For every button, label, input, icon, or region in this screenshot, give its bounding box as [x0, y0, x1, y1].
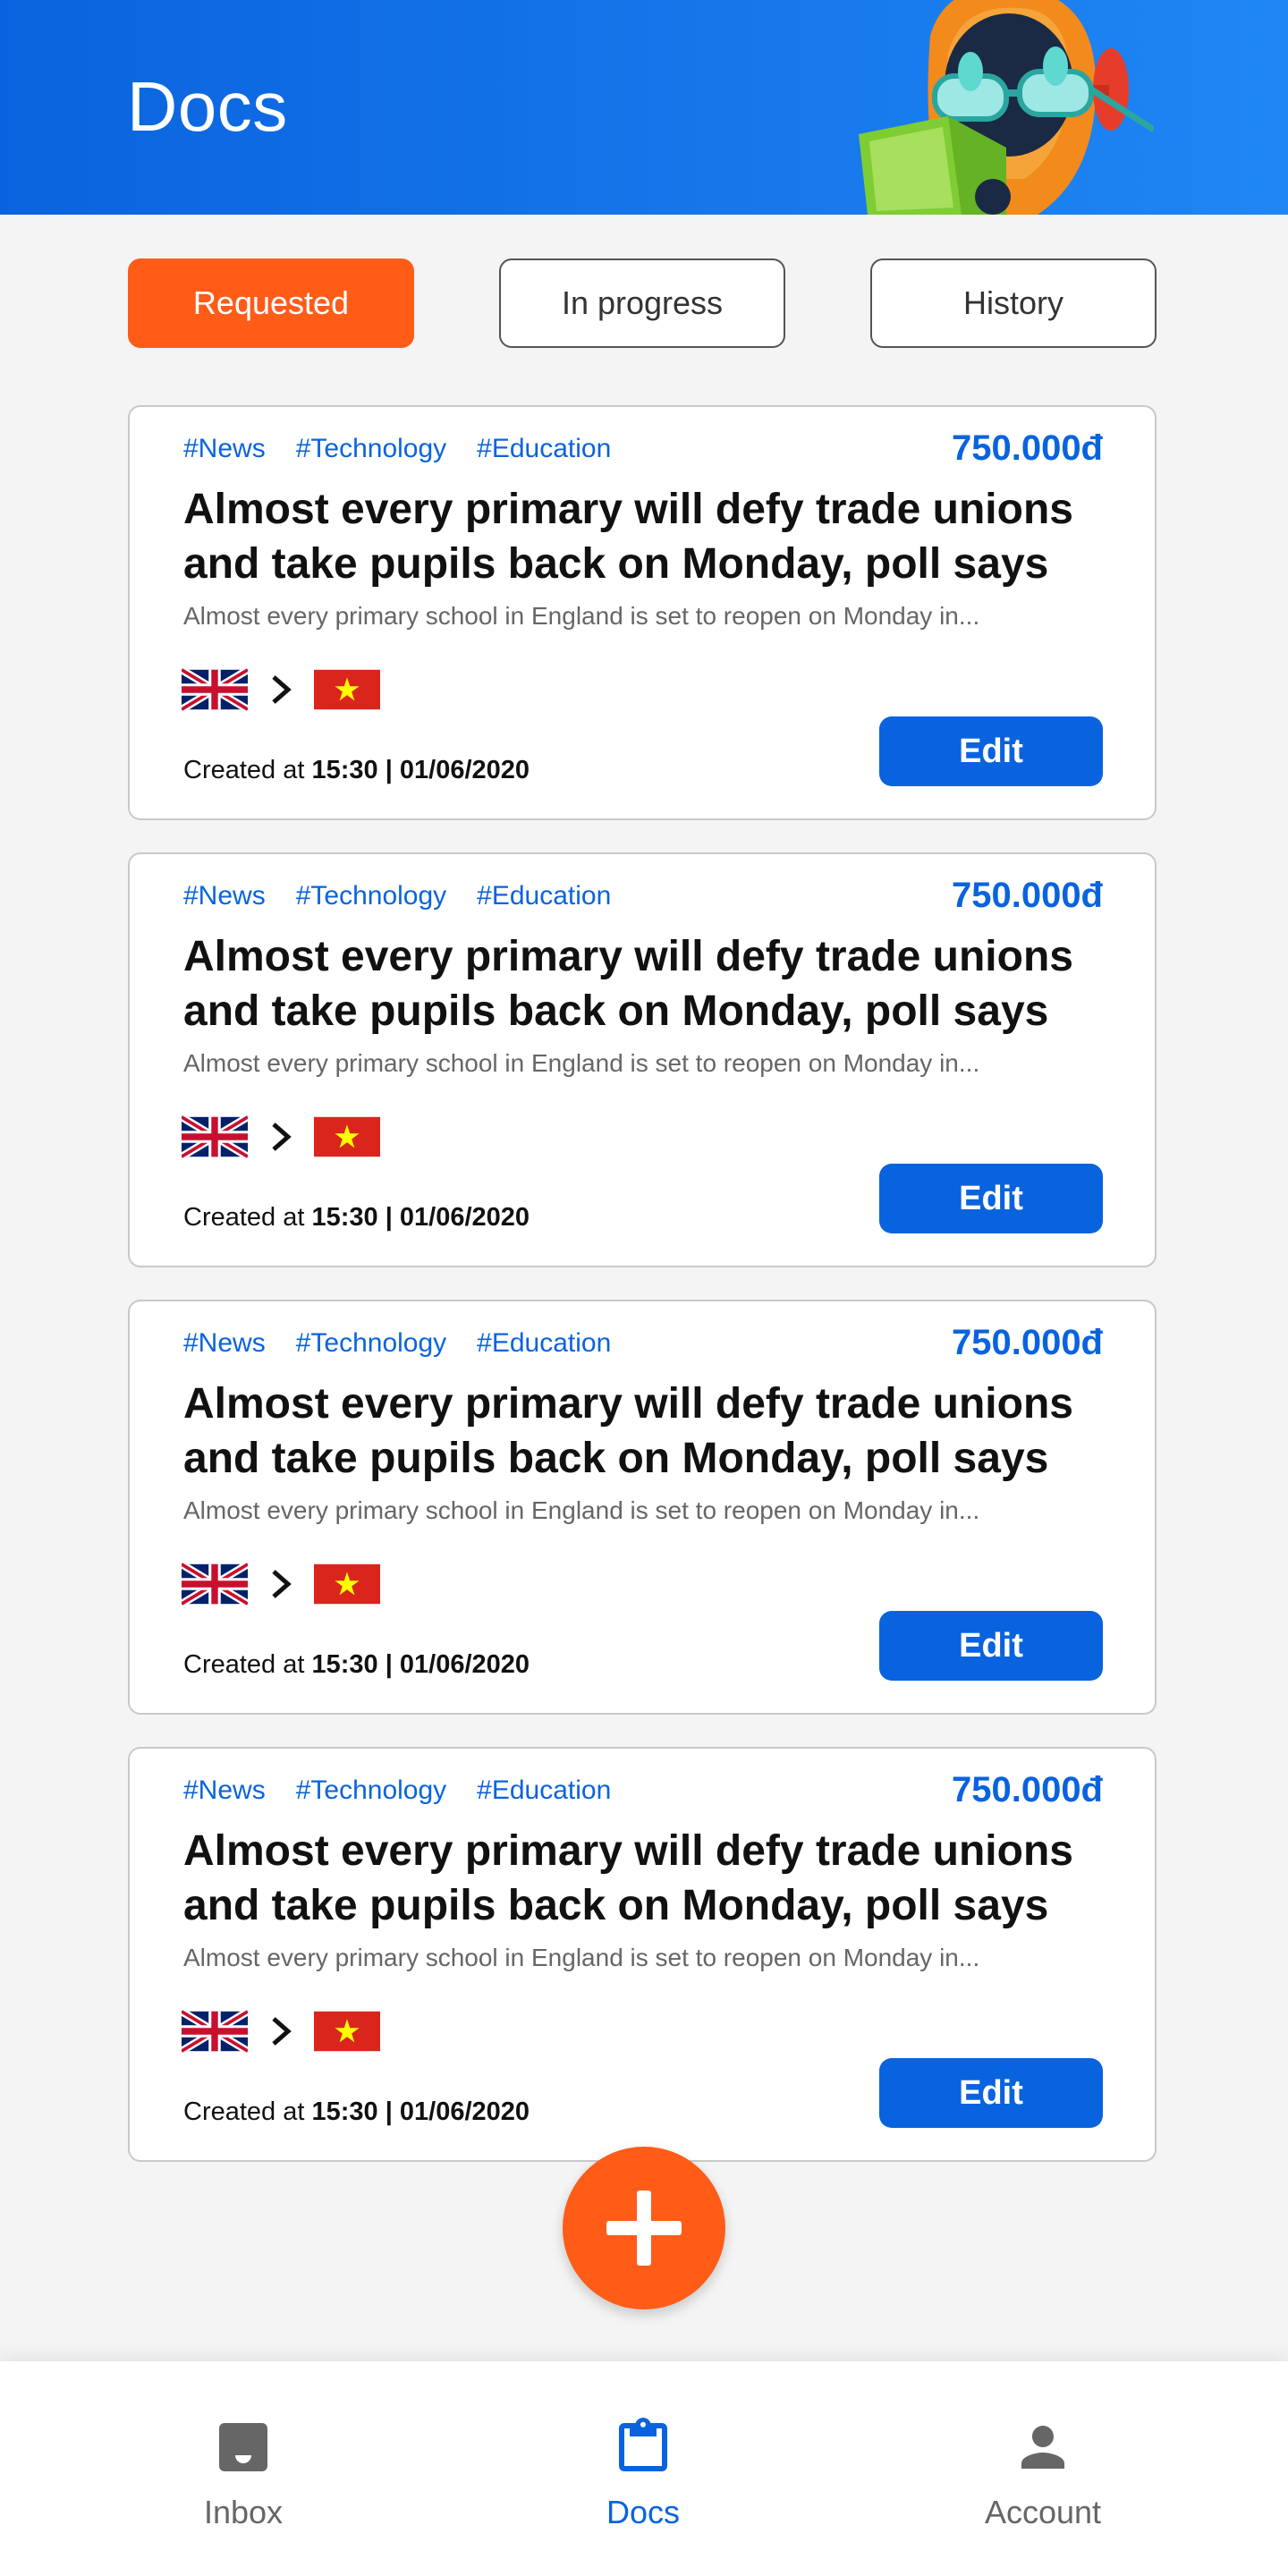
app-header: Docs	[0, 0, 1288, 215]
clipboard-icon	[619, 2418, 667, 2471]
chevron-right-icon	[248, 1115, 314, 1158]
tag[interactable]: #Education	[477, 434, 611, 464]
doc-excerpt: Almost every primary school in England i…	[183, 602, 980, 630]
edit-button[interactable]: Edit	[879, 2058, 1103, 2128]
doc-title: Almost every primary will defy trade uni…	[183, 486, 1073, 588]
tag[interactable]: #Technology	[296, 1328, 446, 1359]
doc-card[interactable]: #News #Technology #Education 750.000đ Al…	[128, 852, 1157, 1267]
nav-docs[interactable]: Docs	[527, 2415, 759, 2549]
nav-inbox[interactable]: Inbox	[127, 2415, 360, 2549]
plus-icon	[606, 2190, 682, 2266]
price: 750.000đ	[951, 428, 1103, 468]
tag-list: #News #Technology #Education	[183, 1775, 611, 1806]
page-title: Docs	[127, 67, 288, 146]
tag[interactable]: #Technology	[296, 1775, 446, 1806]
doc-excerpt: Almost every primary school in England i…	[183, 1944, 980, 1971]
edit-button[interactable]: Edit	[879, 1164, 1103, 1233]
tab-history[interactable]: History	[870, 258, 1157, 348]
created-at: Created at 15:30 | 01/06/2020	[183, 756, 530, 784]
price: 750.000đ	[951, 1770, 1103, 1809]
bottom-nav: Inbox Docs Account	[0, 2361, 1288, 2576]
tag[interactable]: #News	[183, 434, 266, 464]
nav-account[interactable]: Account	[927, 2415, 1159, 2549]
price: 750.000đ	[951, 876, 1103, 915]
tab-requested[interactable]: Requested	[128, 258, 414, 348]
edit-button[interactable]: Edit	[879, 716, 1103, 786]
tag[interactable]: #Education	[477, 881, 611, 911]
tag[interactable]: #News	[183, 1328, 266, 1359]
tag[interactable]: #Technology	[296, 434, 446, 464]
tag-list: #News #Technology #Education	[183, 881, 611, 911]
created-at: Created at 15:30 | 01/06/2020	[183, 1203, 530, 1232]
tag[interactable]: #News	[183, 881, 266, 911]
nav-label: Docs	[606, 2494, 681, 2530]
vietnam-flag-icon	[314, 2011, 380, 2052]
doc-excerpt: Almost every primary school in England i…	[183, 1049, 980, 1077]
uk-flag-icon	[182, 1563, 248, 1606]
language-pair	[182, 1115, 380, 1158]
tag[interactable]: #Education	[477, 1328, 611, 1359]
uk-flag-icon	[182, 1115, 248, 1158]
status-tabs: Requested In progress History	[128, 258, 1157, 348]
nav-label: Inbox	[203, 2494, 284, 2530]
language-pair	[182, 2010, 380, 2053]
chevron-right-icon	[248, 668, 314, 711]
price: 750.000đ	[951, 1323, 1103, 1362]
tag[interactable]: #Education	[477, 1775, 611, 1806]
person-icon	[1021, 2426, 1064, 2469]
doc-card[interactable]: #News #Technology #Education 750.000đ Al…	[128, 405, 1157, 820]
created-at: Created at 15:30 | 01/06/2020	[183, 1650, 530, 1679]
tag[interactable]: #News	[183, 1775, 266, 1806]
add-doc-button[interactable]	[563, 2147, 725, 2309]
vietnam-flag-icon	[314, 1116, 380, 1157]
language-pair	[182, 1563, 380, 1606]
tag[interactable]: #Technology	[296, 881, 446, 911]
chevron-right-icon	[248, 2010, 314, 2053]
nav-label: Account	[984, 2494, 1102, 2530]
doc-title: Almost every primary will defy trade uni…	[183, 1380, 1073, 1482]
edit-button[interactable]: Edit	[879, 1611, 1103, 1681]
doc-card[interactable]: #News #Technology #Education 750.000đ Al…	[128, 1300, 1157, 1715]
language-pair	[182, 668, 380, 711]
doc-card[interactable]: #News #Technology #Education 750.000đ Al…	[128, 1747, 1157, 2162]
created-at: Created at 15:30 | 01/06/2020	[183, 2097, 530, 2126]
tab-in-progress[interactable]: In progress	[499, 258, 785, 348]
uk-flag-icon	[182, 2010, 248, 2053]
chevron-right-icon	[248, 1563, 314, 1606]
uk-flag-icon	[182, 668, 248, 711]
tag-list: #News #Technology #Education	[183, 1328, 611, 1359]
inbox-icon	[219, 2423, 267, 2471]
vietnam-flag-icon	[314, 1563, 380, 1605]
vietnam-flag-icon	[314, 669, 380, 710]
reading-robot-mascot-icon	[859, 0, 1154, 215]
tag-list: #News #Technology #Education	[183, 434, 611, 464]
doc-excerpt: Almost every primary school in England i…	[183, 1496, 980, 1524]
doc-title: Almost every primary will defy trade uni…	[183, 1827, 1073, 1929]
doc-title: Almost every primary will defy trade uni…	[183, 933, 1073, 1035]
